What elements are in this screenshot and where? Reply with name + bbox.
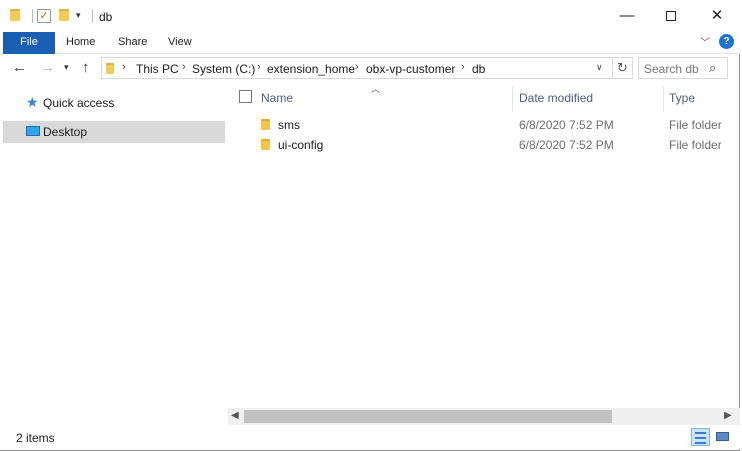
tab-share[interactable]: Share [106,32,159,54]
details-view-icon[interactable] [691,428,710,446]
star-icon: ★ [26,94,39,110]
expand-ribbon-icon[interactable]: ﹀ [700,34,710,49]
breadcrumb-extension-home[interactable]: extension_home [267,62,355,76]
file-name: ui-config [278,138,324,152]
folder-icon [106,63,114,77]
search-placeholder: Search db [644,62,699,76]
file-date-modified: 6/8/2020 7:52 PM [519,118,614,132]
maximize-button[interactable] [648,0,694,32]
scrollbar-thumb[interactable] [244,410,612,423]
back-button[interactable]: ← [12,59,27,76]
column-divider[interactable] [663,86,664,112]
refresh-button[interactable]: ↻ [613,57,633,79]
file-type: File folder [669,118,722,132]
tab-file[interactable]: File [3,32,55,54]
up-button[interactable]: ↑ [82,59,90,76]
navigation-pane: ★ Quick access Desktop [0,82,228,404]
folder-icon [261,139,270,153]
divider [32,9,33,23]
breadcrumb-system-c[interactable]: System (C:) [192,62,255,76]
sort-ascending-icon: ︿ [371,84,381,94]
table-row[interactable]: sms 6/8/2020 7:52 PM File folder [228,115,740,135]
minimize-button[interactable]: — [604,0,650,32]
column-header-type[interactable]: Type [669,91,695,115]
desktop-icon [26,126,40,136]
column-header-name[interactable]: Name [261,91,293,115]
tab-home[interactable]: Home [54,32,107,54]
scroll-left-icon[interactable]: ◀ [231,410,239,421]
sidebar-item-label: Quick access [43,96,115,110]
breadcrumb-this-pc[interactable]: This PC [136,62,179,76]
chevron-right-icon[interactable]: › [461,61,465,73]
title-bar: ✓ ▾ db — ✕ [0,0,740,32]
close-button[interactable]: ✕ [694,0,740,32]
customize-quick-access-icon[interactable]: ▾ [76,10,81,21]
chevron-right-icon[interactable]: › [122,61,126,73]
forward-button[interactable]: → [40,59,55,76]
window-title: db [99,10,113,24]
chevron-down-icon[interactable]: ∨ [596,62,603,73]
help-icon[interactable]: ? [719,34,734,49]
file-list: ︿ Name Date modified Type sms 6/8/2020 7… [228,82,740,412]
recent-locations-icon[interactable]: ▾ [64,62,69,73]
properties-icon[interactable]: ✓ [37,9,51,23]
large-icons-view-icon[interactable] [713,428,732,446]
ribbon-tabs: File Home Share View ﹀ ? [0,32,740,54]
sidebar-item-label: Desktop [43,125,88,139]
file-explorer-window: ✓ ▾ db — ✕ File Home Share View ﹀ ? ← → … [0,0,740,451]
breadcrumb-db[interactable]: db [472,62,485,76]
table-row[interactable]: ui-config 6/8/2020 7:52 PM File folder [228,135,740,155]
chevron-right-icon[interactable]: › [182,61,186,73]
search-input[interactable]: Search db ⌕ [638,57,728,79]
breadcrumb-obx-vp-customer[interactable]: obx-vp-customer [366,62,455,76]
address-row: ← → ▾ ↑ › This PC › System (C:) › extens… [0,54,740,82]
folder-icon [261,119,270,133]
scroll-right-icon[interactable]: ▶ [724,410,732,421]
column-header-date-modified[interactable]: Date modified [519,91,593,115]
sidebar-item-desktop[interactable]: Desktop [3,121,225,143]
select-all-checkbox[interactable] [239,90,252,103]
tab-view[interactable]: View [156,32,204,54]
search-icon[interactable]: ⌕ [709,60,716,76]
address-bar[interactable]: › This PC › System (C:) › extension_home… [101,57,613,79]
file-name: sms [278,118,300,132]
file-type: File folder [669,138,722,152]
divider [92,9,93,23]
status-bar: 2 items [0,425,740,449]
column-divider[interactable] [512,86,513,112]
chevron-right-icon[interactable]: › [355,61,359,73]
chevron-right-icon[interactable]: › [257,61,261,73]
horizontal-scrollbar[interactable]: ◀ ▶ [228,408,740,425]
new-folder-icon[interactable] [59,9,69,24]
folder-icon [10,9,20,24]
file-date-modified: 6/8/2020 7:52 PM [519,138,614,152]
item-count: 2 items [16,431,55,445]
sidebar-item-quick-access[interactable]: ★ Quick access [3,92,225,114]
maximize-icon [666,11,676,22]
